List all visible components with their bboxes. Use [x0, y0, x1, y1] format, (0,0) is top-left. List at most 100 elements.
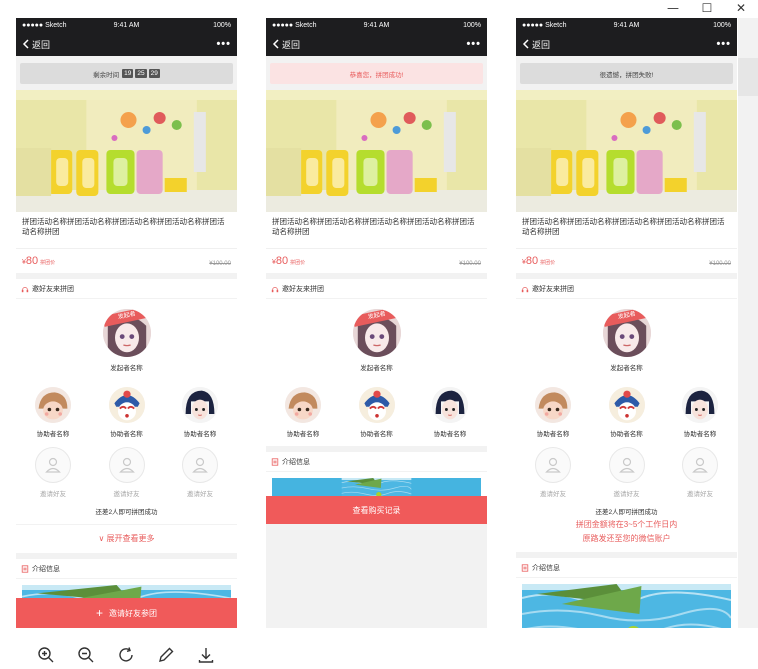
maximize-button[interactable]: ☐ — [690, 0, 724, 16]
person-icon — [35, 447, 71, 483]
invite-slot-label: 邀请好友 — [613, 491, 640, 498]
founder-name: 发起者名称 — [610, 365, 643, 372]
group-status: 还差2人即可拼团成功 — [95, 509, 158, 516]
helper-avatar — [285, 387, 321, 423]
helper: 协助者名称 — [278, 387, 328, 438]
more-menu-icon[interactable]: ••• — [216, 38, 231, 50]
document-icon — [271, 457, 279, 466]
carrier-label: ●●●●● Sketch — [22, 21, 67, 29]
price-tag: 拼团价 — [40, 260, 56, 266]
helper: 协助者名称 — [28, 387, 78, 438]
intro-header-label: 介绍信息 — [32, 565, 60, 573]
price-tag: 拼团价 — [290, 260, 306, 266]
carrier-label: ●●●●● Sketch — [272, 21, 317, 29]
helper: 协助者名称 — [425, 387, 475, 438]
invite-slot[interactable]: 邀请好友 — [102, 447, 152, 498]
more-menu-icon[interactable]: ••• — [466, 38, 481, 50]
headset-icon — [521, 286, 529, 292]
invite-slots-row: 邀请好友 邀请好友 邀请好友 — [16, 447, 237, 498]
invite-header-label: 邀好友来拼团 — [32, 285, 74, 293]
invite-slot[interactable]: 邀请好友 — [602, 447, 652, 498]
status-bar: ●●●●● Sketch 9:41 AM 100% — [266, 18, 487, 32]
product-title: 拼团活动名称拼团活动名称拼团活动名称拼团活动名称拼团活动名称拼团 — [16, 212, 237, 242]
intro-image — [272, 478, 481, 498]
edit-icon[interactable] — [156, 645, 176, 665]
invite-slot-label: 邀请好友 — [113, 491, 140, 498]
helper-name: 协助者名称 — [610, 431, 643, 438]
price: ¥80 — [272, 255, 289, 267]
phone-screen-failed: ●●●●● Sketch 9:41 AM 100% 返回 ••• 很遗憾，拼团失… — [516, 18, 737, 628]
founder-avatar: 发起者 — [102, 309, 151, 357]
status-bar: ●●●●● Sketch 9:41 AM 100% — [16, 18, 237, 32]
back-button[interactable]: 返回 — [22, 38, 50, 51]
scrollbar-thumb[interactable] — [738, 58, 758, 96]
countdown-timer: 19 25 29 — [122, 69, 160, 78]
helper-name: 协助者名称 — [36, 431, 70, 438]
helper-name: 协助者名称 — [433, 431, 467, 438]
helpers-row: 协助者名称 协助者名称 协助者名称 — [516, 387, 737, 438]
zoom-out-icon[interactable] — [76, 645, 96, 665]
timer-minutes: 25 — [135, 69, 147, 78]
battery-label: 100% — [713, 21, 731, 29]
helper-name: 协助者名称 — [286, 431, 320, 438]
intro-header: 介绍信息 — [266, 452, 487, 472]
zoom-in-icon[interactable] — [36, 645, 56, 665]
invite-slots-row: 邀请好友 邀请好友 邀请好友 — [516, 447, 737, 498]
invite-slot[interactable]: 邀请好友 — [28, 447, 78, 498]
founder: 发起者 发起者名称 — [16, 299, 237, 387]
rotate-icon[interactable] — [116, 645, 136, 665]
helper-avatar — [432, 387, 468, 423]
phone-screen-countdown: ●●●●● Sketch 9:41 AM 100% 返回 ••• 剩余时间 19… — [16, 18, 237, 628]
price-row: ¥80 拼团价 ¥100.00 — [516, 248, 737, 273]
founder-name: 发起者名称 — [360, 365, 393, 372]
invite-slot[interactable]: 邀请好友 — [175, 447, 225, 498]
expand-more-link[interactable]: ∨ 展开查看更多 — [16, 524, 237, 553]
headset-icon — [21, 286, 29, 292]
invite-header-label: 邀好友来拼团 — [532, 285, 574, 293]
refund-note-line2: 原路发还至您的微信账户 — [582, 534, 671, 543]
founder-name: 发起者名称 — [110, 365, 143, 372]
view-purchase-records-button[interactable]: 查看购买记录 — [266, 496, 487, 524]
group-status: 还差2人即可拼团成功 — [595, 509, 658, 516]
invite-slot-label: 邀请好友 — [40, 491, 66, 498]
phone-screen-success: ●●●●● Sketch 9:41 AM 100% 返回 ••• 恭喜您，拼团成… — [266, 18, 487, 628]
scrollbar[interactable] — [738, 18, 758, 628]
price: ¥80 — [22, 255, 39, 267]
helper: 协助者名称 — [175, 387, 225, 438]
back-button[interactable]: 返回 — [272, 38, 300, 51]
back-button[interactable]: 返回 — [522, 38, 550, 51]
invite-slot[interactable]: 邀请好友 — [675, 447, 725, 498]
success-notice: 恭喜您，拼团成功! — [270, 63, 483, 84]
countdown-label: 剩余时间 — [93, 71, 120, 79]
invite-header: 邀好友来拼团 — [266, 279, 487, 299]
chevron-left-icon — [272, 39, 279, 49]
view-purchase-records-label: 查看购买记录 — [352, 505, 401, 515]
invite-friends-button[interactable]: + 邀请好友参团 — [16, 598, 237, 628]
nav-bar: 返回 ••• — [266, 32, 487, 56]
helper-avatar — [535, 387, 571, 423]
person-icon — [608, 447, 645, 483]
helpers-row: 协助者名称 协助者名称 协助者名称 — [16, 387, 237, 438]
failure-notice: 很遗憾，拼团失败! — [520, 63, 733, 84]
product-card: 拼团活动名称拼团活动名称拼团活动名称拼团活动名称拼团活动名称拼团 ¥80 拼团价… — [266, 212, 487, 273]
invite-slot[interactable]: 邀请好友 — [528, 447, 578, 498]
person-icon — [535, 447, 571, 483]
intro-image — [522, 584, 731, 628]
helper: 协助者名称 — [602, 387, 652, 438]
document-icon — [521, 563, 529, 572]
download-icon[interactable] — [196, 645, 216, 665]
chevron-left-icon — [22, 39, 29, 49]
nav-bar: 返回 ••• — [16, 32, 237, 56]
helpers-row: 协助者名称 协助者名称 协助者名称 — [266, 387, 487, 446]
helper-avatar — [35, 387, 71, 423]
founder-avatar: 发起者 — [602, 309, 651, 357]
helper-avatar — [108, 387, 145, 423]
more-menu-icon[interactable]: ••• — [716, 38, 731, 50]
invite-friends-label: 邀请好友参团 — [109, 608, 157, 618]
close-button[interactable]: ✕ — [724, 0, 758, 16]
intro-header: 介绍信息 — [516, 558, 737, 578]
founder: 发起者 发起者名称 — [266, 299, 487, 387]
window-controls: — ☐ ✕ — [656, 0, 758, 16]
intro-section: 介绍信息 — [266, 452, 487, 498]
minimize-button[interactable]: — — [656, 0, 690, 16]
